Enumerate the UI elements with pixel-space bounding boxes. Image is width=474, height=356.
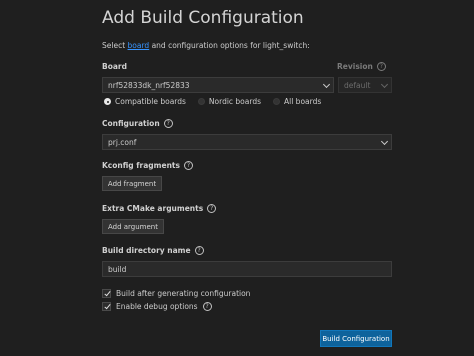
info-icon[interactable]: ? [194,246,204,255]
board-label-text: Board [102,62,127,71]
radio-label: Nordic boards [208,97,261,106]
kconfig-label: Kconfig fragments ? [102,161,193,170]
board-select[interactable]: nrf52833dk_nrf52833 [102,77,334,93]
revision-select[interactable]: default [338,77,392,93]
info-icon[interactable]: ? [202,302,212,311]
radio-nordic-boards[interactable]: Nordic boards [197,97,261,106]
add-fragment-button[interactable]: Add fragment [102,176,162,191]
configuration-select-value: prj.conf [108,137,137,147]
radio-button[interactable] [197,98,205,105]
build-configuration-button[interactable]: Build Configuration [320,330,392,347]
board-select-value: nrf52833dk_nrf52833 [108,80,190,90]
subtitle-suffix: and configuration options for light_swit… [149,41,310,50]
radio-compatible-boards[interactable]: Compatible boards [104,97,186,106]
radio-button[interactable] [273,98,280,105]
chevron-down-icon [380,80,389,89]
enable-debug-label: Enable debug options [116,302,198,311]
revision-select-value: default [344,80,371,90]
subtitle-prefix: Select [102,41,128,50]
build-directory-label: Build directory name ? [102,246,204,255]
radio-all-boards[interactable]: All boards [273,97,321,106]
kconfig-label-text: Kconfig fragments [102,161,180,170]
chevron-down-icon [322,80,331,89]
enable-debug-option[interactable]: Enable debug options ? [102,302,212,311]
page-title: Add Build Configuration [102,8,304,28]
configuration-select[interactable]: prj.conf [102,134,392,150]
add-build-configuration-panel: Add Build Configuration Select board and… [0,0,474,356]
page-subtitle: Select board and configuration options f… [102,41,310,50]
info-icon[interactable]: ? [163,119,173,128]
build-after-generating-option[interactable]: Build after generating configuration [102,289,250,298]
build-directory-label-text: Build directory name [102,246,191,255]
radio-button-selected[interactable] [104,98,111,105]
radio-label: Compatible boards [115,97,186,106]
info-icon[interactable]: ? [207,204,217,213]
board-filter-radio-group: Compatible boards Nordic boards All boar… [104,97,321,106]
cmake-arguments-label-text: Extra CMake arguments [102,204,204,213]
info-icon[interactable]: ? [376,62,386,71]
revision-label-text: Revision [337,62,373,71]
info-icon[interactable]: ? [183,161,193,170]
chevron-down-icon [380,137,389,146]
board-label: Board [102,62,127,71]
configuration-label: Configuration ? [102,119,173,128]
cmake-arguments-label: Extra CMake arguments ? [102,204,217,213]
add-argument-button[interactable]: Add argument [102,219,164,234]
board-link[interactable]: board [128,41,150,50]
configuration-label-text: Configuration [102,119,160,128]
revision-label: Revision ? [337,62,386,71]
radio-label: All boards [284,97,322,106]
checkbox-checked[interactable] [102,302,111,311]
build-directory-input-value: build [108,264,127,274]
checkbox-checked[interactable] [102,289,111,298]
build-after-generating-label: Build after generating configuration [116,289,251,298]
build-directory-input[interactable]: build [102,261,392,277]
